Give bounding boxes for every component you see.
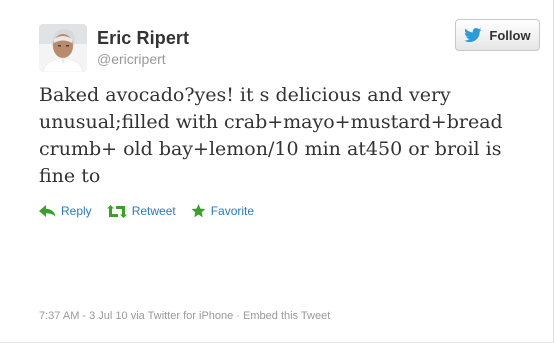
retweet-action[interactable]: Retweet (106, 204, 176, 218)
reply-action[interactable]: Reply (39, 204, 92, 218)
tweet-actions: Reply Retweet Favorite (39, 204, 269, 218)
timestamp-link[interactable]: 7:37 AM - 3 Jul 10 (39, 310, 128, 322)
tweet-text: Baked avocado?yes! it s delicious and ve… (39, 84, 503, 187)
avatar[interactable] (39, 24, 87, 72)
favorite-action[interactable]: Favorite (191, 204, 254, 218)
tweet-meta: 7:37 AM - 3 Jul 10 via Twitter for iPhon… (39, 310, 330, 322)
avatar-photo (39, 24, 87, 72)
user-name[interactable]: Eric Ripert (97, 28, 189, 49)
follow-button-label: Follow (489, 27, 531, 43)
star-icon (191, 204, 206, 218)
retweet-label: Retweet (131, 204, 176, 218)
favorite-label: Favorite (210, 204, 255, 218)
retweet-icon (106, 204, 127, 218)
meta-separator: · (236, 310, 240, 322)
reply-arrow-icon (39, 205, 56, 217)
embed-tweet-link[interactable]: Embed this Tweet (243, 310, 330, 322)
follow-button[interactable]: Follow (455, 19, 540, 51)
embedded-tweet-card: Eric Ripert @ericripert Follow Baked avo… (0, 0, 554, 343)
reply-label: Reply (61, 204, 92, 218)
twitter-bird-icon (464, 28, 482, 42)
user-handle[interactable]: @ericripert (97, 51, 166, 67)
via-text: via Twitter for iPhone (130, 310, 234, 322)
